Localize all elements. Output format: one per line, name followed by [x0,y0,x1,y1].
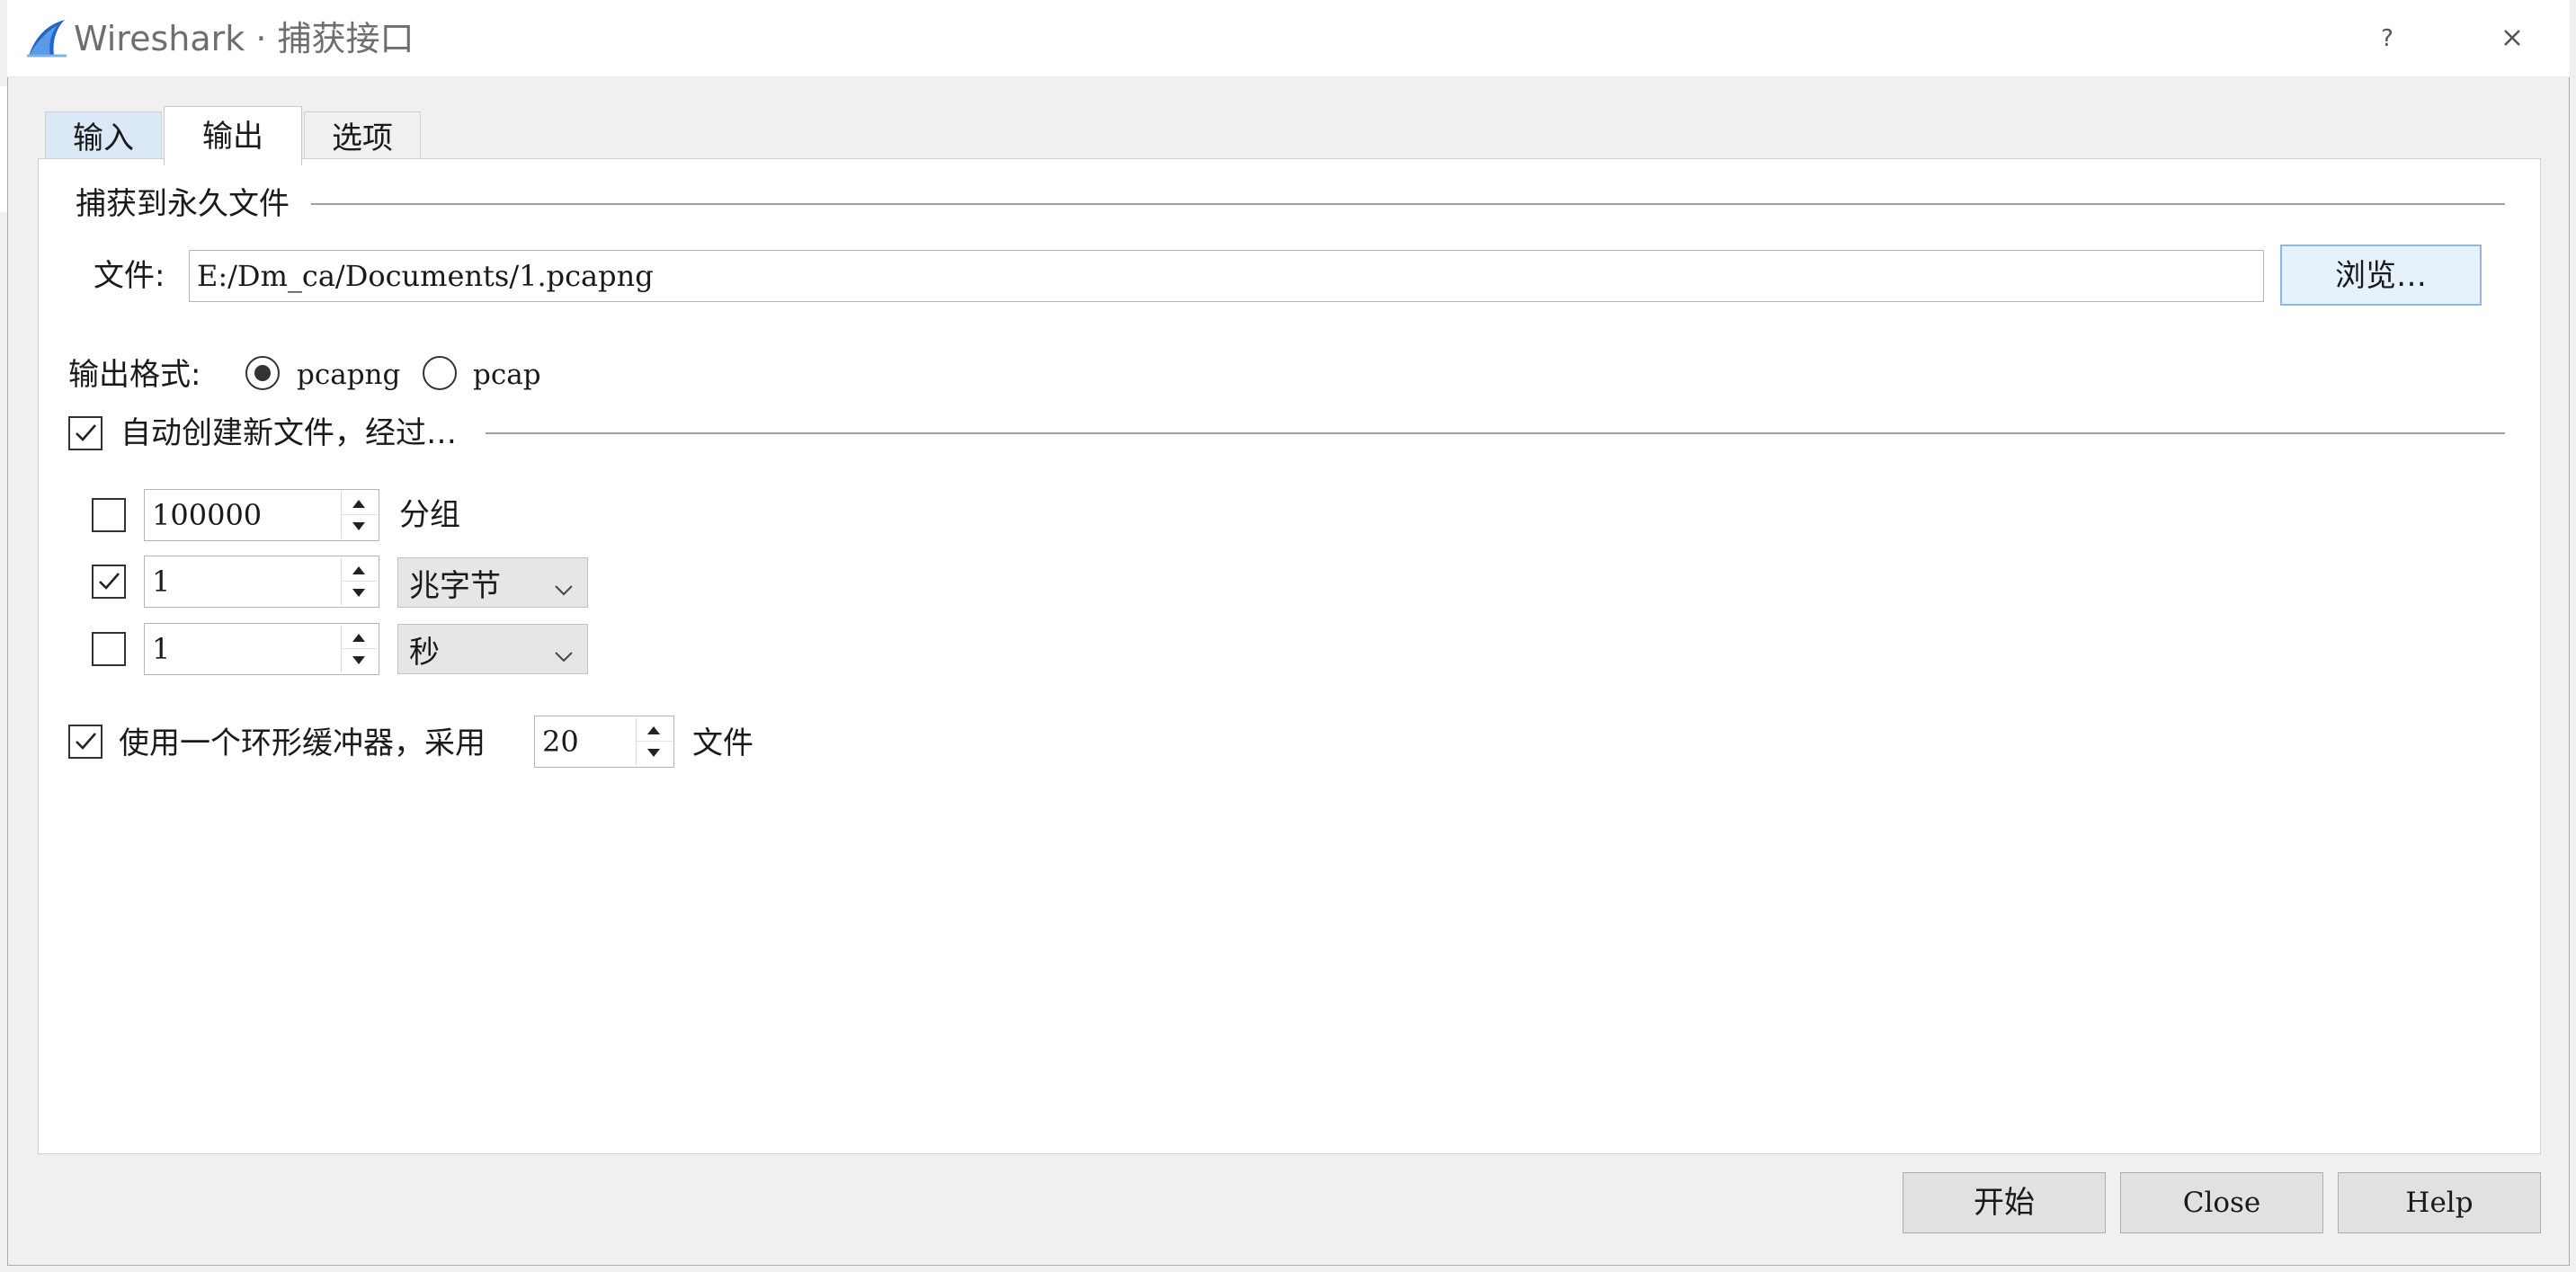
file-label: 文件: [94,258,165,294]
group-divider [486,432,2505,434]
tab-options[interactable]: 选项 [304,111,421,164]
duration-unit-dropdown[interactable]: 秒 [397,624,588,674]
browse-button[interactable]: 浏览… [2280,245,2482,306]
triangle-down-icon [647,749,660,757]
spinbox-buttons [341,558,378,605]
ring-buffer-unit-label: 文件 [692,725,753,761]
tab-output[interactable]: 输出 [164,106,302,165]
auto-new-file-checkbox[interactable] [68,416,103,450]
size-checkbox[interactable] [92,565,126,599]
help-button[interactable]: Help [2338,1172,2541,1233]
ring-buffer-checkbox[interactable] [68,725,103,759]
spinbox-buttons [341,492,378,538]
dropdown-selected-value: 兆字节 [409,567,501,604]
close-button[interactable]: Close [2120,1172,2323,1233]
spinbox-value: 20 [542,725,579,759]
size-spinbox[interactable]: 1 [144,556,379,608]
duration-checkbox[interactable] [92,632,126,666]
packets-unit-label: 分组 [399,497,460,533]
triangle-up-icon [352,634,365,642]
spinbox-value: 100000 [152,498,263,532]
triangle-up-icon [352,566,365,574]
spin-down-arrow-icon[interactable] [342,515,378,538]
triangle-up-icon [352,500,365,508]
spin-down-arrow-icon[interactable] [637,742,673,765]
duration-spinbox[interactable]: 1 [144,623,379,675]
packets-checkbox[interactable] [92,498,126,532]
dropdown-selected-value: 秒 [409,634,440,671]
file-path-input[interactable]: E:/Dm_ca/Documents/1.pcapng [189,250,2264,302]
spin-up-arrow-icon[interactable] [342,626,378,649]
triangle-down-icon [352,656,365,664]
start-button[interactable]: 开始 [1903,1172,2106,1233]
group-divider [311,203,2505,205]
spinbox-value: 1 [152,632,171,666]
help-icon[interactable]: ? [2365,16,2410,61]
packets-spinbox[interactable]: 100000 [144,489,379,541]
tab-input[interactable]: 输入 [45,111,162,164]
size-unit-dropdown[interactable]: 兆字节 [397,557,588,608]
spin-up-arrow-icon[interactable] [342,492,378,515]
pcap-radio[interactable] [423,356,457,390]
ring-buffer-label[interactable]: 使用一个环形缓冲器，采用 [119,721,486,766]
ring-buffer-files-spinbox[interactable]: 20 [534,716,674,768]
spinbox-buttons [341,626,378,672]
output-format-label: 输出格式: [68,357,201,393]
triangle-down-icon [352,522,365,530]
spin-down-arrow-icon[interactable] [342,582,378,605]
spin-up-arrow-icon[interactable] [342,558,378,582]
spinbox-buttons [636,718,673,765]
close-icon[interactable] [2487,13,2537,63]
radio-selected-dot [254,365,271,381]
chevron-down-icon [553,639,575,663]
pcapng-radio-label[interactable]: pcapng [297,352,400,397]
triangle-up-icon [647,726,660,734]
auto-new-file-label[interactable]: 自动创建新文件，经过… [120,412,462,455]
spin-down-arrow-icon[interactable] [342,649,378,672]
chevron-down-icon [553,573,575,596]
window-title: Wireshark · 捕获接口 [74,19,414,58]
spinbox-value: 1 [152,565,171,599]
pcapng-radio[interactable] [245,356,280,390]
triangle-down-icon [352,589,365,597]
spin-up-arrow-icon[interactable] [637,718,673,742]
pcap-radio-label[interactable]: pcap [473,352,541,397]
capture-file-group-label: 捕获到永久文件 [76,183,297,225]
background-window-edge [0,86,7,212]
wireshark-logo-icon [25,16,68,59]
